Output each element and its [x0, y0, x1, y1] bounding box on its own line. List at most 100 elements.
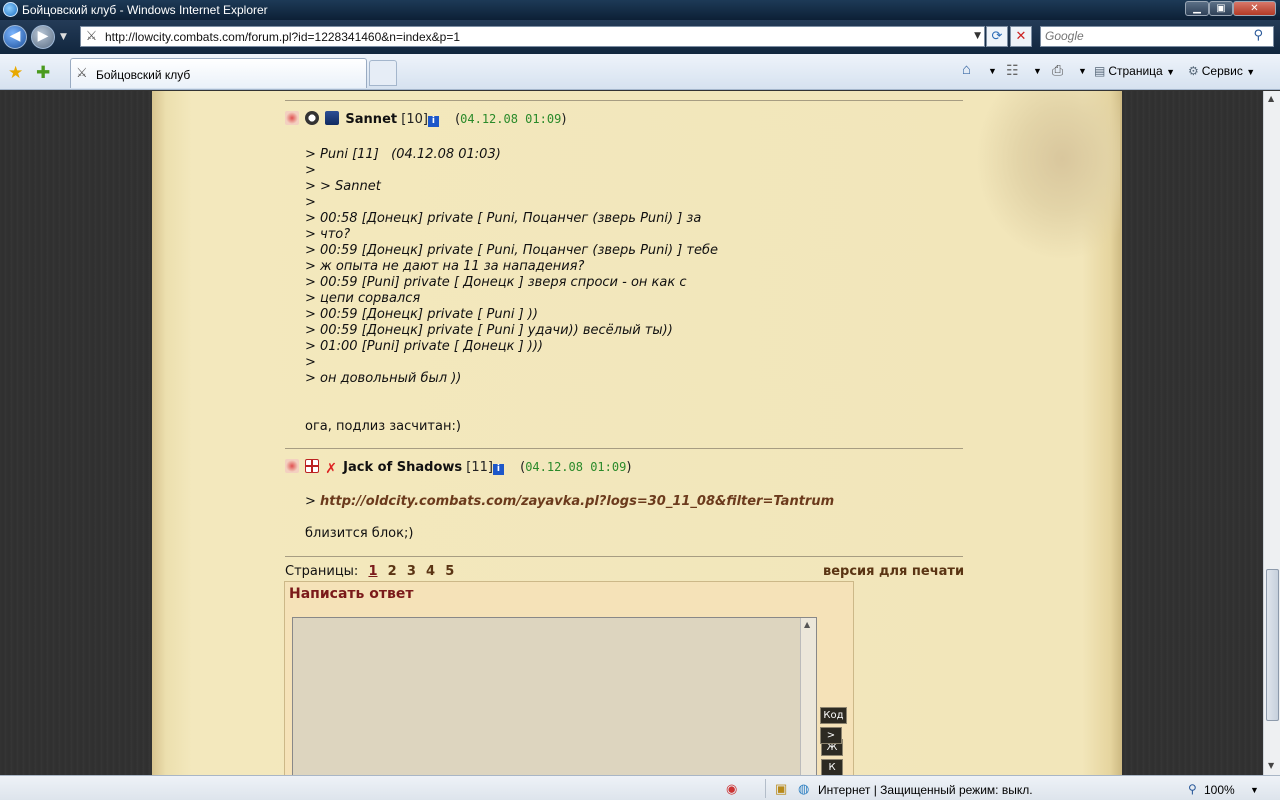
scrollbar-thumb[interactable] — [1266, 569, 1279, 721]
quote-line: > 01:00 [Puni] private [ Донецк ] ))) — [305, 339, 543, 354]
zoom-icon[interactable]: ⚲ — [1188, 782, 1197, 796]
stop-button[interactable]: ✕ — [1010, 26, 1032, 47]
feeds-icon[interactable]: ☷ — [1006, 62, 1019, 79]
zoom-level[interactable]: 100% — [1204, 783, 1235, 797]
quote-line: > > Sannet — [305, 179, 381, 194]
quote-line: > он довольный был )) — [305, 371, 462, 386]
clan-icon — [285, 459, 299, 473]
quote-line: > цепи сорвался — [305, 291, 421, 306]
post-date: 04.12.08 01:09 — [525, 460, 627, 474]
code-button[interactable]: Код — [820, 707, 847, 724]
add-favorite-icon[interactable]: ✚ — [36, 63, 50, 83]
zoom-dropdown-icon[interactable]: ▼ — [1250, 785, 1259, 795]
globe-decoration — [975, 91, 1120, 261]
post-body: близится блок;) — [305, 526, 414, 541]
quote-line: > — [305, 163, 316, 178]
favorites-star-icon[interactable]: ★ — [8, 63, 23, 83]
tools-dropdown-icon: ▼ — [1246, 67, 1256, 77]
minimize-button[interactable]: ▁ — [1185, 1, 1209, 16]
page-link-4[interactable]: 4 — [426, 564, 435, 579]
title-bar: Бойцовский клуб - Windows Internet Explo… — [0, 0, 1280, 20]
quote-line: > — [305, 195, 316, 210]
post-body: ога, подлиз засчитан:) — [305, 419, 461, 434]
author-name[interactable]: Jack of Shadows — [343, 460, 462, 475]
page-menu[interactable]: ▤ Страница ▼ — [1094, 64, 1175, 78]
privacy-icon[interactable]: ◉ — [726, 781, 737, 797]
globe-icon: ◍ — [798, 781, 810, 796]
new-tab-button[interactable] — [369, 60, 397, 86]
home-icon[interactable]: ⌂ — [962, 61, 971, 78]
print-dropdown-icon[interactable]: ▼ — [1078, 66, 1087, 76]
lock-icon: ▣ — [775, 781, 788, 796]
back-button[interactable]: ◀ — [3, 25, 27, 49]
search-icon[interactable]: ⚲ — [1253, 28, 1263, 43]
home-dropdown-icon[interactable]: ▼ — [988, 66, 997, 76]
background-left — [0, 91, 155, 775]
scroll-down-arrow-icon[interactable]: ▼ — [1268, 761, 1274, 770]
quote-prefix: > — [305, 494, 321, 509]
refresh-button[interactable]: ⟳ — [986, 26, 1008, 47]
cross-icon — [305, 459, 320, 473]
address-url[interactable]: http://lowcity.combats.com/forum.pl?id=1… — [105, 30, 460, 44]
scroll-up-arrow-icon[interactable]: ▲ — [1268, 94, 1274, 103]
security-zone[interactable]: Интернет | Защищенный режим: выкл. — [818, 783, 1033, 797]
search-box[interactable]: ⚲ — [1040, 26, 1274, 47]
page-menu-label: Страница — [1108, 64, 1163, 78]
quote-line: > http://oldcity.combats.com/zayavka.pl?… — [305, 494, 834, 509]
rank-icon — [325, 111, 340, 125]
tools-menu[interactable]: ⚙ Сервис ▼ — [1188, 64, 1255, 78]
reply-scrollbar[interactable]: ▲ — [800, 618, 816, 775]
quoted-link[interactable]: http://oldcity.combats.com/zayavka.pl?lo… — [320, 494, 834, 509]
page-link-1[interactable]: 1 — [368, 564, 377, 579]
tab-bar: ★ ✚ ⚔ Бойцовский клуб ⌂ ▼ ☷ ▼ ⎙ ▼ ▤ Стран… — [0, 54, 1280, 90]
divider — [285, 556, 963, 557]
pagination-label: Страницы: — [285, 564, 359, 579]
italic-button[interactable]: К — [821, 759, 843, 775]
status-bar: ◉ ▣ ◍ Интернет | Защищенный режим: выкл.… — [0, 775, 1280, 800]
divider — [285, 448, 963, 449]
author-level: [11] — [466, 460, 493, 475]
recent-pages-dropdown[interactable]: ▼ — [60, 32, 67, 42]
quote-line: > 00:58 [Донецк] private [ Puni, Поцанче… — [305, 211, 702, 226]
page-scrollbar[interactable]: ▲ ▼ — [1263, 91, 1280, 775]
post-date-wrap: (04.12.08 01:09) — [455, 112, 567, 127]
status-divider — [765, 779, 766, 798]
site-favicon-icon: ⚔ — [85, 29, 98, 44]
info-icon[interactable]: i — [427, 116, 439, 127]
window-title: Бойцовский клуб - Windows Internet Explo… — [22, 3, 268, 17]
info-icon[interactable]: i — [492, 464, 504, 475]
page-link-3[interactable]: 3 — [407, 564, 416, 579]
divider — [285, 100, 963, 101]
scroll-up-icon[interactable]: ▲ — [804, 620, 810, 629]
address-dropdown-icon[interactable]: ▼ — [974, 31, 981, 41]
print-version-link[interactable]: версия для печати — [823, 564, 964, 579]
background-right — [1120, 91, 1263, 775]
tab-label: Бойцовский клуб — [96, 68, 191, 82]
page-link-2[interactable]: 2 — [388, 564, 397, 579]
quote-line: > 00:59 [Puni] private [ Донецк ] зверя … — [305, 275, 687, 290]
tab-active[interactable]: ⚔ Бойцовский клуб — [70, 58, 367, 88]
maximize-button[interactable]: ▣ — [1209, 1, 1233, 16]
page-link-5[interactable]: 5 — [445, 564, 454, 579]
page-icon: ▤ — [1094, 64, 1106, 78]
forward-button[interactable]: ▶ — [31, 25, 55, 49]
reply-title: Написать ответ — [289, 586, 414, 602]
print-icon[interactable]: ⎙ — [1052, 62, 1063, 79]
x-mark-icon: ✗ — [325, 461, 338, 477]
post-date-wrap: (04.12.08 01:09) — [520, 460, 632, 475]
quote-line: > 00:59 [Донецк] private [ Puni ] )) — [305, 307, 538, 322]
quote-button[interactable]: > — [820, 727, 842, 744]
reply-textarea[interactable] — [292, 617, 817, 775]
alignment-icon — [305, 111, 320, 125]
quote-line: > 00:59 [Донецк] private [ Puni, Поцанче… — [305, 243, 718, 258]
post-header: Sannet [10] i (04.12.08 01:09) — [285, 111, 566, 129]
author-name[interactable]: Sannet — [345, 112, 397, 127]
navigation-bar: ◀ ▶ ▼ ⚔ http://lowcity.combats.com/forum… — [0, 20, 1280, 54]
address-bar[interactable]: ⚔ http://lowcity.combats.com/forum.pl?id… — [80, 26, 985, 47]
close-button[interactable]: ✕ — [1233, 1, 1276, 16]
search-input[interactable] — [1045, 29, 1245, 43]
feeds-dropdown-icon[interactable]: ▼ — [1033, 66, 1042, 76]
tab-favicon-icon: ⚔ — [76, 66, 88, 81]
gear-icon: ⚙ — [1188, 64, 1199, 78]
quote-line: > — [305, 355, 316, 370]
